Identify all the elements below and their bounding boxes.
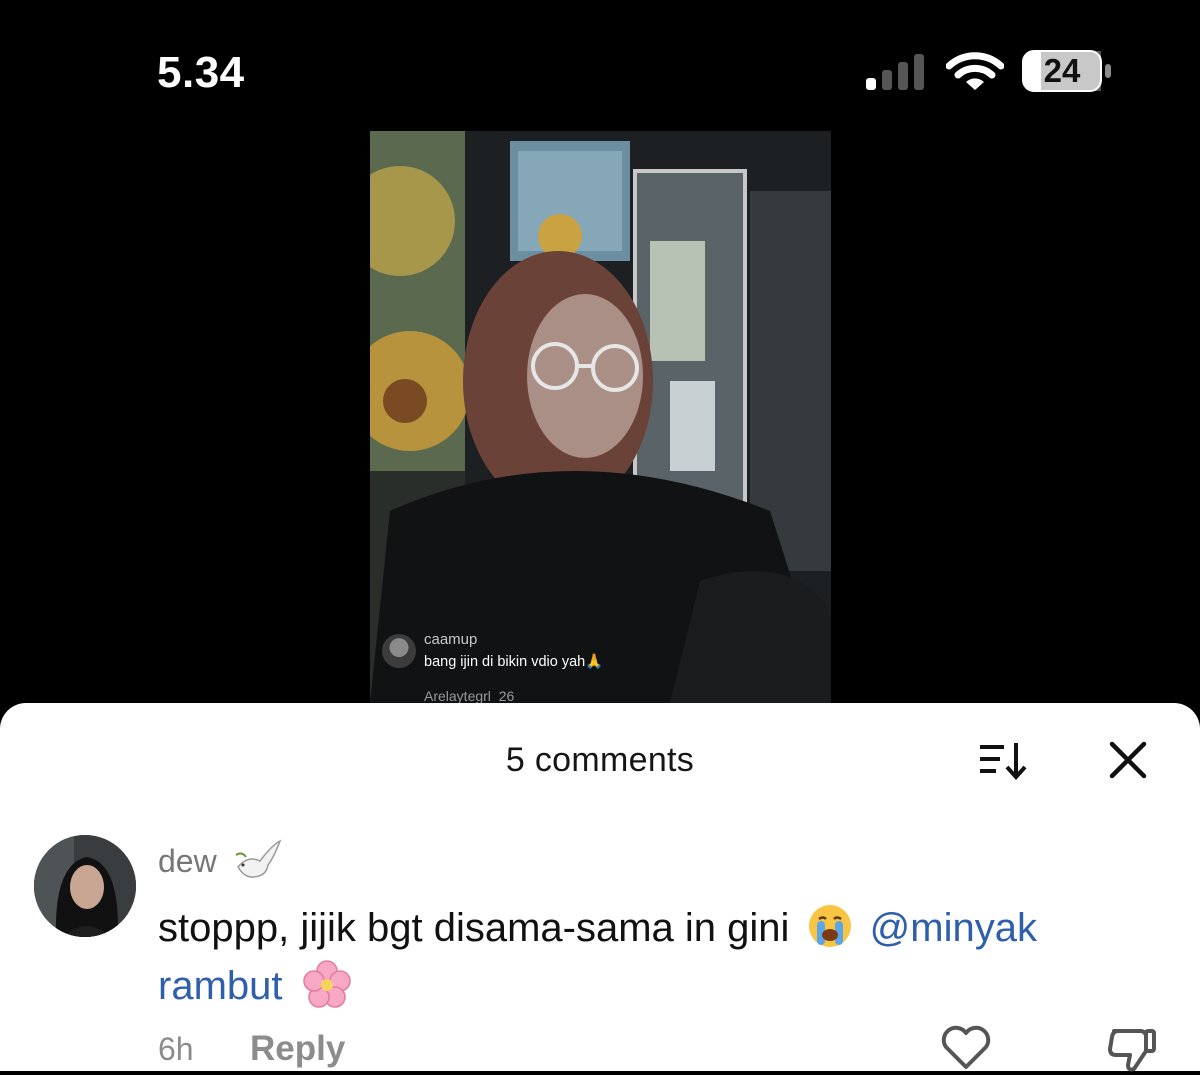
close-icon[interactable] xyxy=(1106,738,1150,782)
overlay-comment-username: caamup xyxy=(424,631,478,648)
wifi-icon xyxy=(946,52,1004,90)
sort-icon[interactable] xyxy=(976,739,1032,783)
comment-time: 6h xyxy=(158,1031,194,1067)
cherry-blossom-icon xyxy=(302,960,351,1008)
status-time: 5.34 xyxy=(157,48,245,97)
dove-icon xyxy=(235,839,282,878)
video-frame xyxy=(370,131,831,703)
comments-sheet: 5 comments dew stoppp, jijik bgt disama-… xyxy=(0,703,1200,1072)
heart-icon[interactable] xyxy=(940,1025,992,1071)
comment-username[interactable]: dew xyxy=(158,843,217,880)
crying-face-icon xyxy=(808,905,851,947)
avatar[interactable] xyxy=(34,835,136,937)
video-player[interactable] xyxy=(370,131,831,703)
battery-level: 24 xyxy=(1043,52,1081,89)
cellular-signal-icon xyxy=(866,54,924,90)
overlay-next-username: Arelaytegrl_26 xyxy=(424,688,515,704)
overlay-comment-avatar xyxy=(382,634,416,668)
avatar-image xyxy=(34,835,136,937)
reply-button[interactable]: Reply xyxy=(250,1029,345,1069)
comment-body: stoppp, jijik bgt disama-sama in gini xyxy=(158,906,790,950)
comment-text: stoppp, jijik bgt disama-sama in gini @m… xyxy=(158,899,1158,1015)
overlay-comment-message: bang ijin di bikin vdio yah🙏 xyxy=(424,654,604,670)
thumbs-down-icon[interactable] xyxy=(1106,1025,1158,1075)
